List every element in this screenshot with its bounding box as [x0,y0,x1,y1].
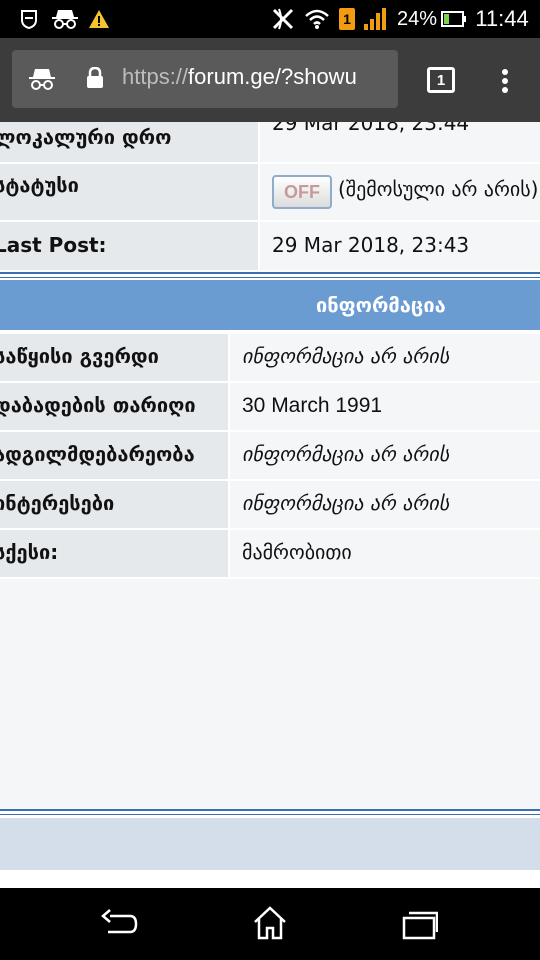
incognito-icon [48,0,82,38]
row-value: 29 Mar 2018, 23:43 [260,222,540,270]
recents-icon[interactable] [402,910,439,940]
row-homepage: საწყისი გვერდი ინფორმაცია არ არის [0,334,540,381]
value-local-time: 29 Mar 2018, 23:44 [272,122,470,135]
signal-icon [360,0,390,38]
row-value: 29 Mar 2018, 23:44 [260,122,540,162]
shield-icon [14,0,44,38]
separator [0,277,540,278]
row-local-time: ლოკალური დრო 29 Mar 2018, 23:44 [0,122,540,162]
toggle-label: OFF [284,181,320,202]
row-value: ინფორმაცია არ არის [230,481,540,528]
row-status: სტატუსი (შემოსული არ არის) [0,164,540,220]
value-interests: ინფორმაცია არ არის [242,491,450,515]
row-location: ადგილმდებარეობა ინფორმაცია არ არის [0,432,540,479]
separator [0,272,540,274]
row-gender: სქესი: მამრობითი [0,530,540,577]
warning-icon [86,0,112,38]
row-value: ინფორმაცია არ არის [230,334,540,381]
tab-count: 1 [436,71,446,89]
nfc-icon [268,0,298,38]
value-status: (შემოსული არ არის) [338,177,539,201]
row-last-post: Last Post: 29 Mar 2018, 23:43 [0,222,540,270]
incognito-icon [29,69,55,90]
section-header: ინფორმაცია [0,280,540,330]
row-label: სტატუსი [0,164,258,220]
value-gender: მამრობითი [242,540,352,564]
value-last-post: 29 Mar 2018, 23:43 [272,233,470,257]
browser-toolbar: https://forum.ge/?showu 1 [0,38,540,122]
row-label: სქესი: [0,530,228,577]
row-label: ადგილმდებარეობა [0,432,228,479]
label-last-post: Last Post: [0,233,107,257]
row-value: 30 March 1991 [230,383,540,430]
lock-icon [87,67,103,88]
home-icon[interactable] [252,906,288,940]
label-status: სტატუსი [0,173,79,197]
tab-switcher-button[interactable]: 1 [427,67,455,93]
row-label: დაბადების თარიღი [0,383,228,430]
label-homepage: საწყისი გვერდი [0,344,159,368]
separator [0,809,540,811]
url-path: forum.ge/?showu [188,64,357,89]
row-label: საწყისი გვერდი [0,334,228,381]
battery-icon [440,0,468,38]
sim-icon: 1 [336,0,358,38]
overflow-menu-icon[interactable] [490,66,520,96]
row-label: Last Post: [0,222,258,270]
row-value: ინფორმაცია არ არის [230,432,540,479]
row-value: მამრობითი [230,530,540,577]
value-birthdate: 30 March 1991 [242,394,383,417]
label-birthdate: დაბადების თარიღი [0,393,196,417]
section-title: ინფორმაცია [316,293,446,317]
row-label: ლოკალური დრო [0,122,258,162]
wifi-icon [302,0,332,38]
incognito-badge[interactable] [12,50,72,108]
row-interests: ინტერესები ინფორმაცია არ არის [0,481,540,528]
page-content: ლოკალური დრო 29 Mar 2018, 23:44 სტატუსი … [0,122,540,888]
label-gender: სქესი: [0,540,59,564]
label-interests: ინტერესები [0,491,115,515]
url-scheme: https:// [122,64,189,89]
sim-badge: 1 [339,8,355,30]
navigation-bar [0,888,540,960]
label-local-time: ლოკალური დრო [0,125,172,149]
online-status-toggle[interactable]: OFF [272,175,332,209]
empty-panel [0,579,540,809]
row-label: ინტერესები [0,481,228,528]
clock: 11:44 [475,6,529,31]
label-location: ადგილმდებარეობა [0,442,195,466]
battery-percent: 24% [396,7,438,30]
separator [0,814,540,815]
back-icon[interactable] [100,908,140,940]
footer-bar [0,818,540,870]
status-bar: 1 24% 11:44 [0,0,540,38]
row-birthdate: დაბადების თარიღი 30 March 1991 [0,383,540,430]
address-bar[interactable]: https://forum.ge/?showu [72,50,398,108]
value-location: ინფორმაცია არ არის [242,442,450,466]
url-text: https://forum.ge/?showu [122,64,357,90]
value-homepage: ინფორმაცია არ არის [242,344,450,368]
